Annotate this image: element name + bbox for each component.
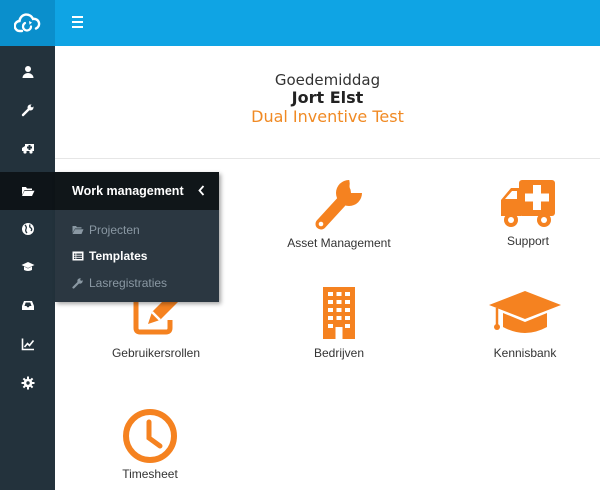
sidebar-item-wrench[interactable] [0,91,55,129]
user-icon [22,66,33,78]
greeting-organization: Dual Inventive Test [251,107,404,126]
ambulance-icon [501,180,555,227]
ambulance-icon [21,144,34,154]
flyout-title: Work management [72,184,184,198]
flyout-header[interactable]: Work management [55,172,219,210]
cloud-logo-icon [13,13,40,33]
flyout-item-projecten[interactable]: Projecten [72,221,140,239]
tile-icon-wrap [264,287,414,339]
tile-label: Gebruikersrollen [111,346,201,360]
globe-icon [21,223,34,235]
gear-icon [21,376,34,390]
greeting-salutation: Goedemiddag [274,71,381,89]
work-management-flyout: Work management Projecten Templates Lasr… [55,172,219,302]
tile-icon-wrap [75,408,225,464]
graduation-cap-icon [489,291,561,333]
sidebar-item-globe[interactable] [0,210,55,248]
tile-label: Kennisbank [493,346,557,360]
clock-icon [123,409,177,463]
sidebar-item-user[interactable] [0,53,55,91]
tile-bedrijven[interactable]: Bedrijven [264,287,414,365]
flyout-item-label: Projecten [89,223,140,237]
wrench-icon [315,178,363,230]
menu-toggle-icon[interactable] [72,16,83,28]
tile-label: Support [506,234,550,248]
folder-open-icon [21,187,34,196]
divider [55,158,600,159]
flyout-item-label: Templates [89,249,148,263]
flyout-item-label: Lasregistraties [89,276,168,290]
greeting-block: Goedemiddag Jort Elst Dual Inventive Tes… [55,72,600,127]
tile-timesheet[interactable]: Timesheet [75,408,225,482]
tile-label: Asset Management [287,236,391,250]
wrench-icon [72,278,83,289]
tile-icon-wrap [453,178,600,230]
sidebar-item-support[interactable] [0,129,55,167]
top-bar [55,0,600,46]
line-chart-icon [21,338,34,351]
building-icon [323,287,355,339]
tile-asset-management[interactable]: Asset Management [264,176,414,256]
tile-kennisbank[interactable]: Kennisbank [450,291,600,365]
sidebar [0,0,55,490]
tile-label: Bedrijven [313,346,365,360]
flyout-item-lasregistraties[interactable]: Lasregistraties [72,274,167,292]
sidebar-item-statistics[interactable] [0,325,55,363]
logo[interactable] [0,0,55,46]
sidebar-item-inbox[interactable] [0,286,55,324]
tile-icon-wrap [264,176,414,232]
greeting-user-name: Jort Elst [291,88,364,107]
sidebar-item-settings[interactable] [0,364,55,402]
list-alt-icon [72,251,84,261]
flyout-item-templates[interactable]: Templates [72,247,147,265]
wrench-icon [21,104,33,117]
tile-support[interactable]: Support [453,176,600,256]
sidebar-item-work-management[interactable] [0,172,55,210]
tile-icon-wrap [450,291,600,339]
sidebar-item-kennisbank[interactable] [0,248,55,286]
folder-open-icon [72,226,84,234]
chevron-left-icon[interactable] [198,185,205,196]
graduation-cap-icon [21,262,34,271]
tile-label: Timesheet [122,467,178,481]
inbox-icon [21,301,34,310]
